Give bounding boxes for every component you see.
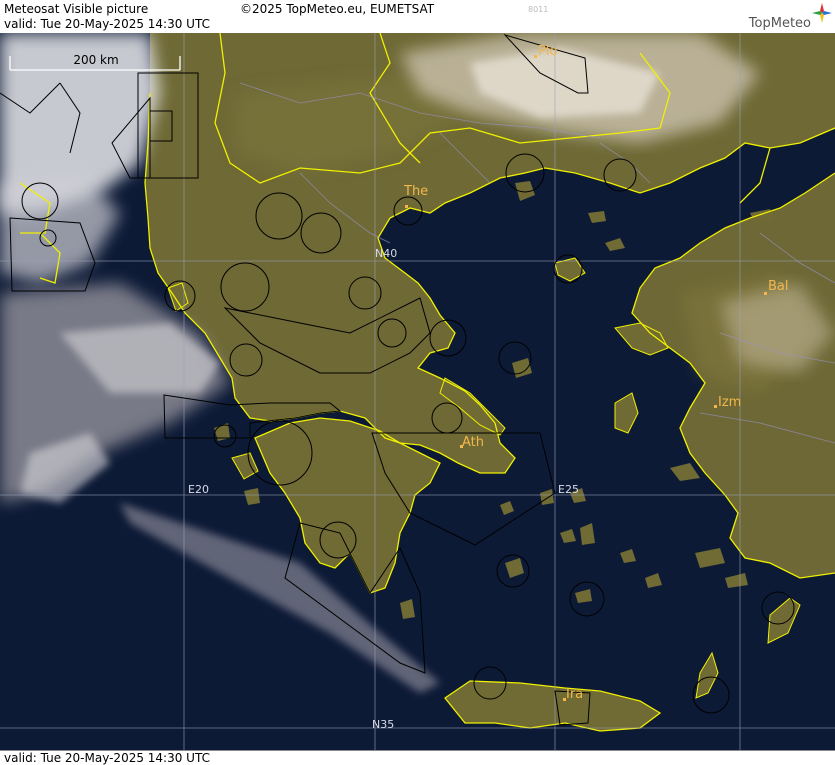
brand-name[interactable]: TopMeteo — [749, 16, 811, 31]
city-dot — [714, 405, 717, 408]
satellite-map[interactable]: 200 km N40 N35 E20 E25 Plo The Bal Izm A… — [0, 33, 835, 750]
scale-label: 200 km — [73, 53, 118, 67]
city-dot — [534, 55, 537, 58]
city-label-ira[interactable]: Ira — [566, 687, 583, 702]
valid-time-bottom: valid: Tue 20-May-2025 14:30 UTC — [4, 751, 210, 765]
picture-title: Meteosat Visible picture — [4, 2, 149, 16]
lon-label-e25: E25 — [558, 483, 579, 496]
city-label-izm[interactable]: Izm — [718, 395, 741, 410]
city-label-plo[interactable]: Plo — [538, 44, 557, 59]
copyright-text: ©2025 TopMeteo.eu, EUMETSAT — [240, 2, 435, 16]
valid-time-top: valid: Tue 20-May-2025 14:30 UTC — [4, 17, 210, 31]
image-code: 8011 — [528, 5, 549, 14]
city-label-the[interactable]: The — [403, 184, 428, 199]
footer-bar: valid: Tue 20-May-2025 14:30 UTC — [0, 750, 835, 765]
city-dot — [764, 292, 767, 295]
city-label-ath[interactable]: Ath — [462, 435, 484, 450]
city-label-bal[interactable]: Bal — [768, 279, 789, 294]
lat-label-n35: N35 — [372, 718, 394, 731]
header-bar: Meteosat Visible picture valid: Tue 20-M… — [0, 0, 835, 34]
satellite-viewer: Meteosat Visible picture valid: Tue 20-M… — [0, 0, 835, 765]
city-dot — [405, 205, 408, 208]
lat-label-n40: N40 — [375, 247, 397, 260]
lon-label-e20: E20 — [188, 483, 209, 496]
compass-logo-icon — [812, 3, 832, 23]
